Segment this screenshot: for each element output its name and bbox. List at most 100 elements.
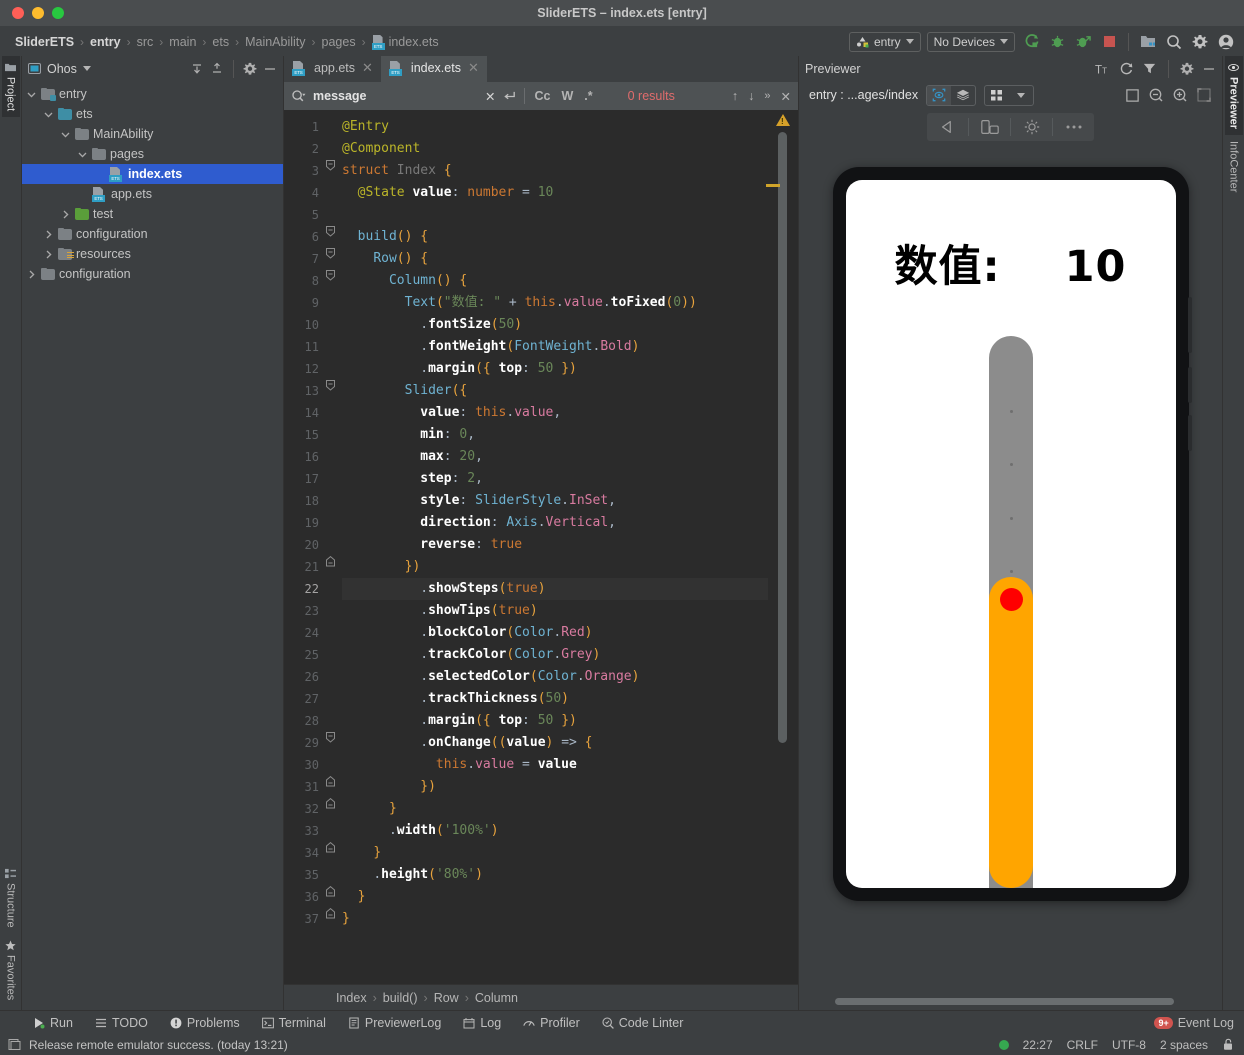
match-case-toggle[interactable]: Cc (532, 89, 552, 103)
close-window-button[interactable] (12, 7, 24, 19)
tree-item[interactable]: configuration (22, 224, 283, 244)
code-line[interactable]: } (342, 842, 768, 864)
code-line[interactable]: } (342, 908, 768, 930)
fold-marker[interactable] (326, 556, 342, 578)
code-line[interactable]: .width('100%') (342, 820, 768, 842)
tree-item[interactable]: MainAbility (22, 124, 283, 144)
code-line[interactable]: direction: Axis.Vertical, (342, 512, 768, 534)
refresh-icon[interactable] (1119, 61, 1134, 76)
sidebar-item-infocenter[interactable]: InfoCenter (1225, 135, 1243, 198)
code-line[interactable]: .selectedColor(Color.Orange) (342, 666, 768, 688)
slider-thumb[interactable] (999, 587, 1023, 611)
status-indent[interactable]: 2 spaces (1160, 1038, 1208, 1052)
code-line[interactable]: step: 2, (342, 468, 768, 490)
chevron-right-icon[interactable] (43, 229, 54, 240)
code-line[interactable]: .fontWeight(FontWeight.Bold) (342, 336, 768, 358)
profile-debug-button[interactable] (1073, 32, 1093, 52)
code-line[interactable]: style: SliderStyle.InSet, (342, 490, 768, 512)
collapse-all-icon[interactable] (210, 62, 224, 76)
fold-marker[interactable] (326, 380, 342, 402)
breadcrumb-item-main[interactable]: main (164, 35, 201, 49)
editor-scrollbar-thumb[interactable] (778, 132, 787, 743)
regex-toggle[interactable]: .* (582, 89, 594, 103)
settings-button[interactable] (1190, 32, 1210, 52)
breadcrumb[interactable]: SliderETS › entry › src › main › ets › M… (10, 35, 444, 50)
zoom-in-icon[interactable] (1172, 87, 1188, 103)
status-encoding[interactable]: UTF-8 (1112, 1038, 1146, 1052)
code-line[interactable]: .margin({ top: 50 }) (342, 710, 768, 732)
next-match-icon[interactable]: ↓ (748, 89, 754, 103)
sidebar-item-previewer[interactable]: Previewer (1224, 56, 1243, 135)
code-line[interactable]: }) (342, 776, 768, 798)
structure-breadcrumb[interactable]: Index › build() › Row › Column (284, 984, 798, 1010)
close-tab-icon[interactable]: ✕ (362, 60, 373, 76)
fold-gutter[interactable] (326, 110, 342, 984)
zoom-out-icon[interactable] (1148, 87, 1164, 103)
code-line[interactable]: @State value: number = 10 (342, 182, 768, 204)
words-toggle[interactable]: W (559, 89, 575, 103)
tool-window-log[interactable]: Log (452, 1016, 512, 1030)
code-line[interactable]: @Entry (342, 116, 768, 138)
code-line[interactable]: } (342, 798, 768, 820)
hide-panel-icon[interactable] (1202, 62, 1216, 76)
chevron-down-icon[interactable] (77, 149, 88, 160)
rotate-device-button[interactable] (927, 113, 968, 141)
warning-marker[interactable] (766, 184, 780, 187)
code-line[interactable]: build() { (342, 226, 768, 248)
status-line-separator[interactable]: CRLF (1067, 1038, 1098, 1052)
fit-screen-icon[interactable] (1196, 87, 1212, 103)
tree-item[interactable]: pages (22, 144, 283, 164)
code-content[interactable]: @Entry @Component struct Index { @State va… (342, 110, 768, 984)
filter-icon[interactable] (1142, 61, 1157, 76)
code-line[interactable]: min: 0, (342, 424, 768, 446)
close-tab-icon[interactable]: ✕ (468, 60, 479, 76)
editor-scrollbar-track[interactable] (778, 132, 787, 980)
code-line[interactable]: Column() { (342, 270, 768, 292)
fold-marker[interactable] (326, 842, 342, 864)
tool-window-terminal[interactable]: Terminal (251, 1016, 337, 1030)
minimize-window-button[interactable] (32, 7, 44, 19)
breadcrumb-item-file[interactable]: index.ets (367, 35, 444, 50)
chevron-down-icon[interactable] (60, 129, 71, 140)
run-configuration-selector[interactable]: entry (848, 31, 921, 52)
chevron-right-icon[interactable] (43, 249, 54, 260)
tool-window-profiler[interactable]: Profiler (512, 1016, 591, 1030)
brightness-button[interactable] (1011, 113, 1052, 141)
code-line[interactable]: reverse: true (342, 534, 768, 556)
breadcrumb-item-pages[interactable]: pages (317, 35, 361, 49)
code-line[interactable]: max: 20, (342, 446, 768, 468)
font-size-icon[interactable]: T T (1095, 62, 1111, 76)
layers-toggle[interactable] (951, 86, 975, 105)
structure-breadcrumb-item[interactable]: Row (434, 991, 459, 1005)
hide-panel-icon[interactable] (263, 62, 277, 76)
search-icon[interactable] (291, 89, 306, 104)
chevron-right-icon[interactable] (26, 269, 37, 280)
chevron-down-icon[interactable] (43, 109, 54, 120)
previous-match-icon[interactable]: ↑ (732, 89, 738, 103)
inspector-toggle[interactable] (927, 85, 952, 105)
code-line[interactable]: Text("数值: " + this.value.toFixed(0)) (342, 292, 768, 314)
multi-device-dropdown[interactable] (1009, 86, 1033, 105)
tree-item[interactable]: configuration (22, 264, 283, 284)
code-line[interactable] (342, 204, 768, 226)
tree-item[interactable]: index.ets (22, 164, 283, 184)
code-line[interactable]: .margin({ top: 50 }) (342, 358, 768, 380)
structure-breadcrumb-item[interactable]: Index (336, 991, 367, 1005)
tree-item[interactable]: resources (22, 244, 283, 264)
tool-window-previewerlog[interactable]: PreviewerLog (337, 1016, 452, 1030)
debug-button[interactable] (1047, 32, 1067, 52)
code-line[interactable]: value: this.value, (342, 402, 768, 424)
warning-icon[interactable] (776, 114, 790, 126)
code-line[interactable]: .onChange((value) => { (342, 732, 768, 754)
code-line[interactable]: .trackColor(Color.Grey) (342, 644, 768, 666)
code-line[interactable]: }) (342, 556, 768, 578)
tool-window-problems[interactable]: Problems (159, 1016, 251, 1030)
code-line[interactable]: this.value = value (342, 754, 768, 776)
tree-item[interactable]: app.ets (22, 184, 283, 204)
chevron-right-icon[interactable] (60, 209, 71, 220)
fold-marker[interactable] (326, 226, 342, 248)
tool-window-todo[interactable]: TODO (84, 1016, 159, 1030)
breadcrumb-item-project[interactable]: SliderETS (10, 35, 79, 49)
tool-window-run[interactable]: Run (22, 1016, 84, 1030)
breadcrumb-item-src[interactable]: src (132, 35, 159, 49)
